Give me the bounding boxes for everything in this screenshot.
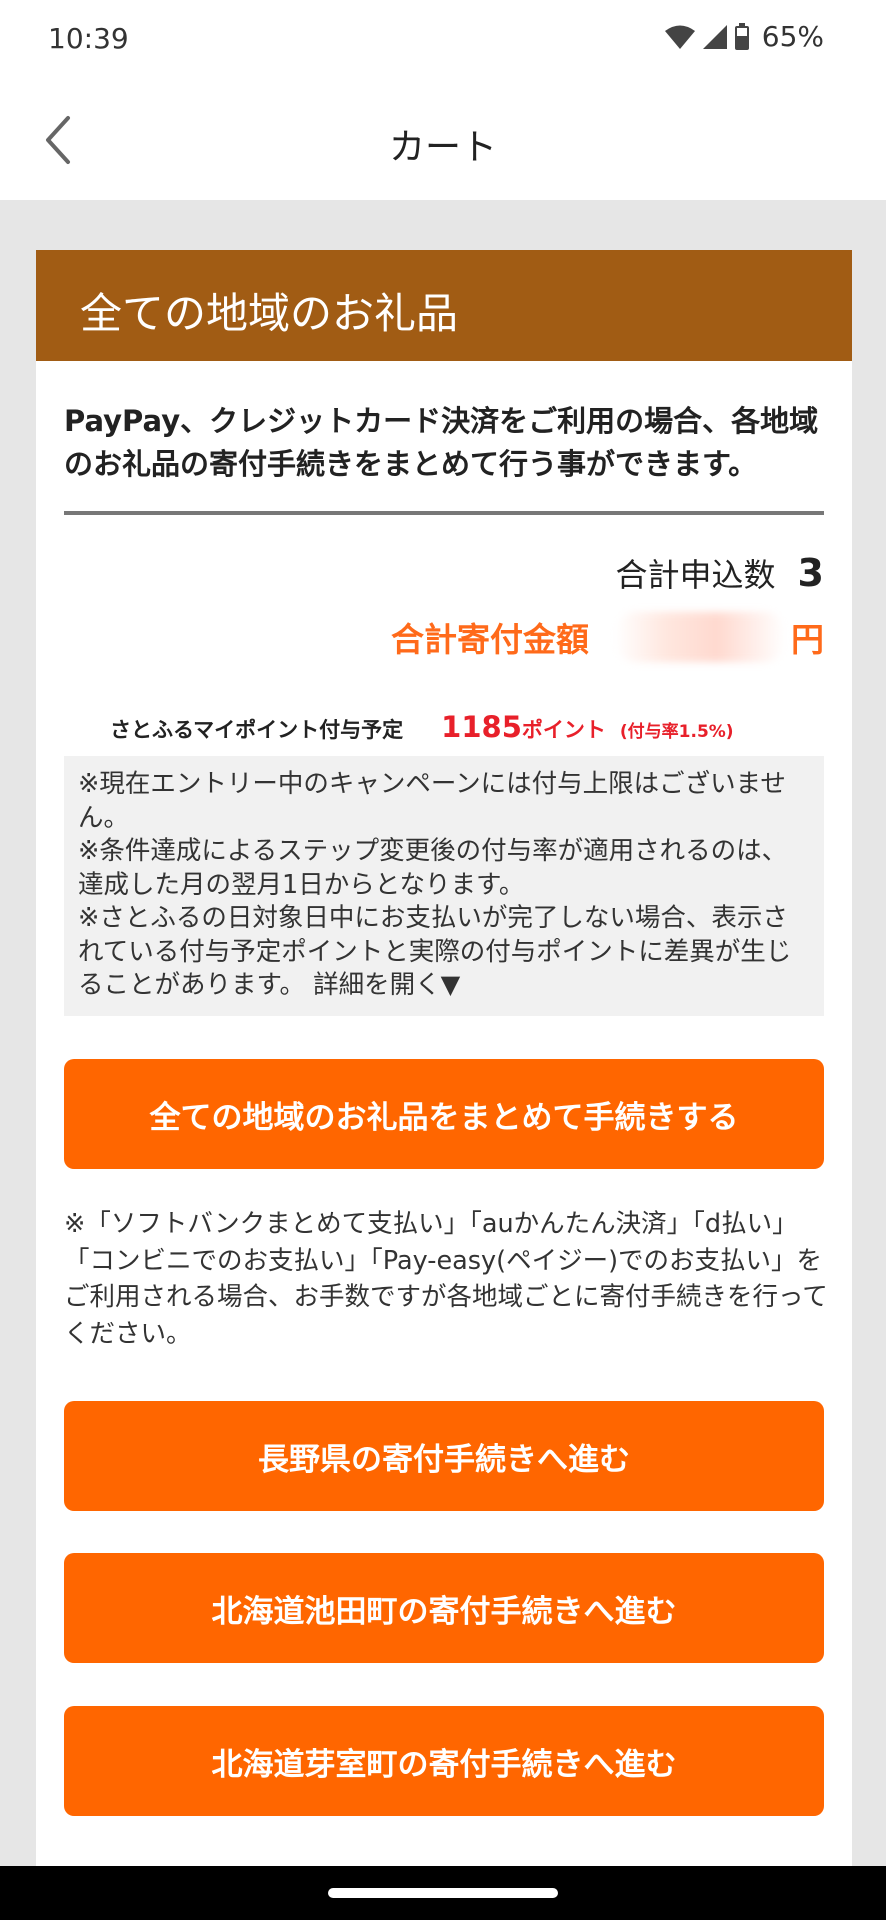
total-count-value: 3 — [797, 551, 824, 595]
points-notes: ※現在エントリー中のキャンペーンには付与上限はございません。 ※条件達成によるス… — [64, 756, 824, 1016]
app-bar: カート — [0, 80, 886, 200]
points-rate: (付与率1.5%) — [619, 722, 734, 742]
home-gesture-handle[interactable] — [328, 1888, 558, 1898]
divider — [64, 511, 824, 515]
intro-text: PayPay、クレジットカード決済をご利用の場合、各地域のお礼品の寄付手続きをま… — [64, 404, 819, 481]
points-label: さとふるマイポイント付与予定 — [110, 718, 404, 742]
nagano-checkout-button[interactable]: 長野県の寄付手続きへ進む — [64, 1401, 824, 1511]
total-amount-unit: 円 — [791, 620, 824, 659]
total-amount-label: 合計寄付金額 — [391, 620, 589, 659]
status-time: 10:39 — [48, 22, 129, 55]
points-value: 1185 — [441, 710, 522, 744]
note-line: ※さとふるの日対象日中にお支払いが完了しない場合、表示されている付与予定ポイント… — [78, 902, 810, 1003]
total-amount-row: 合計寄付金額 円 — [391, 612, 824, 662]
note-line: ※現在エントリー中のキャンペーンには付与上限はございません。 — [78, 769, 786, 833]
section-header: 全ての地域のお礼品 — [36, 250, 852, 361]
memuro-checkout-button[interactable]: 北海道芽室町の寄付手続きへ進む — [64, 1706, 824, 1816]
page-title: カート — [388, 127, 497, 168]
signal-icon — [702, 24, 727, 49]
details-toggle-link[interactable]: 詳細を開く▼ — [313, 970, 460, 1000]
section-title: 全ての地域のお礼品 — [80, 289, 459, 338]
redacted-amount — [615, 612, 785, 662]
points-unit: ポイント — [521, 718, 606, 742]
points-row: さとふるマイポイント付与予定 1185 ポイント (付与率1.5%) — [110, 710, 734, 744]
system-nav-bar — [0, 1866, 886, 1920]
ikeda-checkout-button[interactable]: 北海道池田町の寄付手続きへ進む — [64, 1553, 824, 1663]
total-count-row: 合計申込数 3 — [616, 550, 824, 596]
battery-icon — [734, 22, 749, 50]
status-icons: 65% — [664, 20, 824, 53]
total-count-label: 合計申込数 — [615, 556, 776, 594]
status-bar: 10:39 65% — [0, 0, 886, 80]
payment-method-note: ※「ソフトバンクまとめて支払い」「auかんたん決済」「d払い」「コンビニでのお支… — [64, 1209, 828, 1349]
checkout-all-button[interactable]: 全ての地域のお礼品をまとめて手続きする — [64, 1059, 824, 1169]
battery-percent: 65% — [761, 20, 824, 53]
note-line: ※条件達成によるステップ変更後の付与率が適用されるのは、達成した月の翌月1日から… — [78, 836, 788, 900]
wifi-icon — [664, 25, 695, 49]
